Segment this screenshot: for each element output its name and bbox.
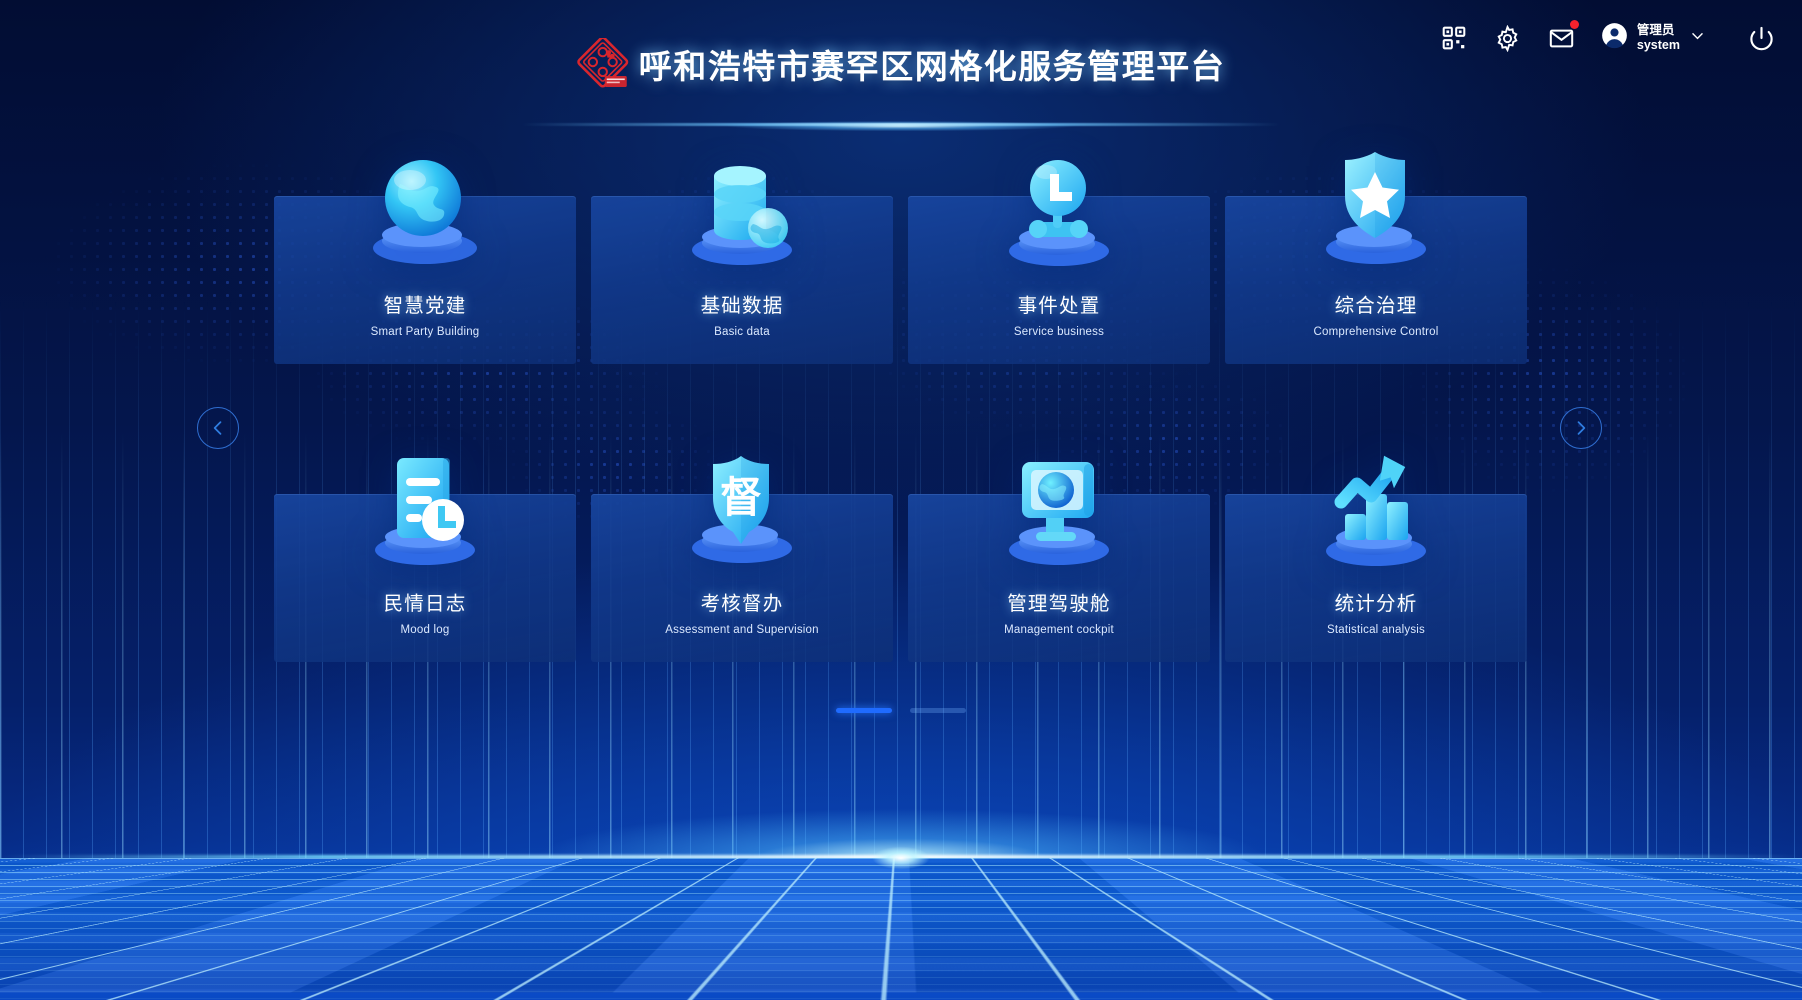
globe-on-pedestal-icon <box>350 136 500 286</box>
carousel-prev-button[interactable] <box>197 407 239 449</box>
database-globe-icon <box>667 136 817 286</box>
module-name: 管理驾驶舱 <box>1007 593 1111 615</box>
user-display-name: 管理员 <box>1636 23 1675 38</box>
document-clock-icon <box>350 434 500 584</box>
module-name: 统计分析 <box>1334 593 1418 615</box>
chevron-down-icon[interactable] <box>1689 27 1706 49</box>
module-subtitle: Smart Party Building <box>370 326 480 338</box>
module-card-comprehensive-control[interactable]: 综合治理 Comprehensive Control <box>1225 152 1527 364</box>
module-card-assessment-supervision[interactable]: 督 考核督办 Assessment and Supervision <box>591 456 893 662</box>
module-card-service-business[interactable]: 事件处置 Service business <box>908 160 1210 364</box>
header-actions: 管理员 system <box>1439 20 1776 54</box>
supervision-badge-icon: 督 <box>667 434 817 584</box>
module-subtitle: Service business <box>1013 326 1105 338</box>
pagination-dot-2[interactable] <box>910 708 966 713</box>
module-name: 事件处置 <box>1017 295 1101 317</box>
mail-unread-badge <box>1569 20 1579 29</box>
carousel-pagination <box>836 708 966 713</box>
gear-icon[interactable] <box>1493 23 1523 53</box>
mail-icon[interactable] <box>1547 20 1579 53</box>
user-avatar-icon <box>1601 22 1628 54</box>
power-icon[interactable] <box>1746 23 1776 53</box>
chevron-left-icon <box>208 418 228 438</box>
carousel-next-button[interactable] <box>1560 407 1602 449</box>
module-name: 民情日志 <box>383 593 467 615</box>
user-menu[interactable]: 管理员 system <box>1601 22 1706 54</box>
shield-star-icon <box>1301 136 1451 286</box>
module-card-smart-party-building[interactable]: 智慧党建 Smart Party Building <box>274 160 576 364</box>
page-title: 呼和浩特市赛罕区网格化服务管理平台 <box>638 48 1226 85</box>
module-card-mood-log[interactable]: 民情日志 Mood log <box>274 458 576 662</box>
module-card-basic-data[interactable]: 基础数据 Basic data <box>591 166 893 364</box>
module-name: 基础数据 <box>700 295 784 317</box>
module-name: 考核督办 <box>700 593 784 615</box>
clock-pin-icon <box>984 136 1134 286</box>
title-underline-glow <box>666 118 1136 134</box>
qr-code-icon[interactable] <box>1439 23 1469 53</box>
module-subtitle: Statistical analysis <box>1327 624 1425 636</box>
module-subtitle: Mood log <box>400 624 450 636</box>
module-card-statistical-analysis[interactable]: 统计分析 Statistical analysis <box>1225 455 1527 662</box>
pagination-dot-1[interactable] <box>836 708 892 713</box>
module-grid: 智慧党建 Smart Party Building 基础数据 Basic dat… <box>0 0 1802 1000</box>
chevron-right-icon <box>1571 418 1591 438</box>
title-underline-line <box>521 123 1281 126</box>
svg-text:督: 督 <box>720 473 762 522</box>
bar-chart-arrow-icon <box>1301 434 1451 584</box>
app-title-group: 呼和浩特市赛罕区网格化服务管理平台 <box>577 36 1226 90</box>
user-account-name: system <box>1636 38 1680 52</box>
module-subtitle: Basic data <box>714 326 770 338</box>
module-card-management-cockpit[interactable]: 管理驾驶舱 Management cockpit <box>908 462 1210 662</box>
module-name: 智慧党建 <box>383 295 467 317</box>
module-name: 综合治理 <box>1334 295 1418 317</box>
user-info: 管理员 system <box>1637 23 1680 53</box>
module-subtitle: Assessment and Supervision <box>665 624 819 636</box>
app-header: 呼和浩特市赛罕区网格化服务管理平台 管理员 system <box>0 0 1802 134</box>
module-subtitle: Management cockpit <box>1004 624 1114 636</box>
monitor-globe-icon <box>984 434 1134 584</box>
module-subtitle: Comprehensive Control <box>1313 326 1439 338</box>
red-diamond-emblem-logo <box>577 36 629 90</box>
